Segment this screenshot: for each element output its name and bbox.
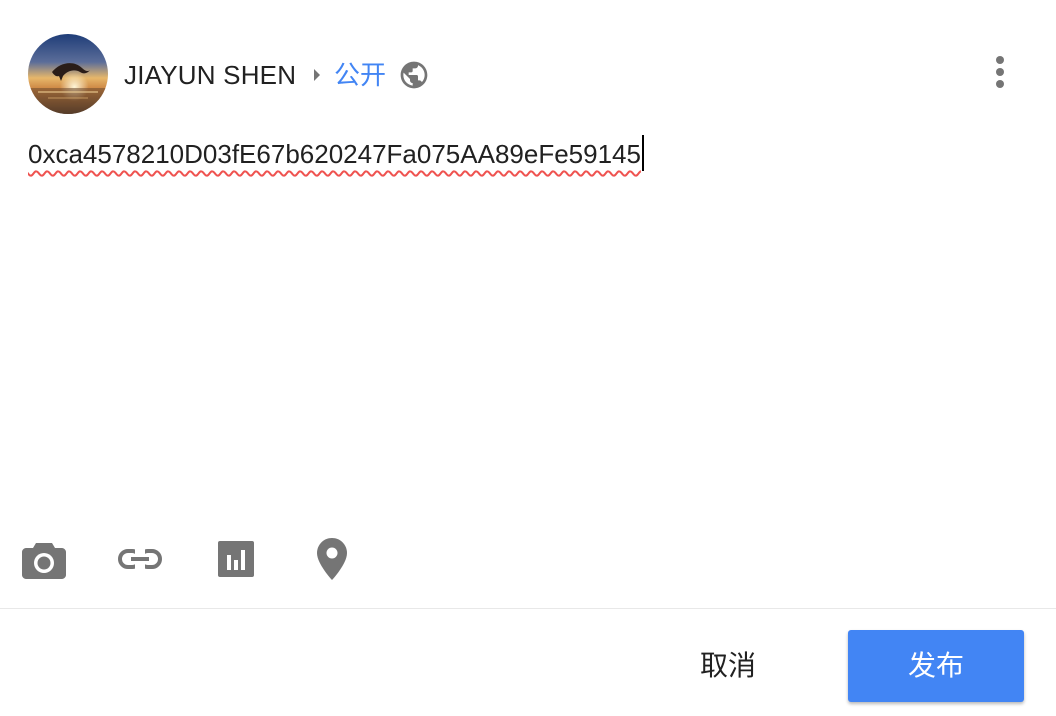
add-poll-button[interactable] <box>212 530 260 588</box>
text-caret <box>641 135 644 171</box>
author-name: JIAYUN SHEN <box>124 60 297 90</box>
link-icon <box>118 549 162 569</box>
camera-icon <box>22 543 66 579</box>
visibility-label: 公开 <box>334 60 387 90</box>
more-vert-icon[interactable] <box>982 52 1018 92</box>
compose-textarea[interactable]: 0xca4578210D03fE67b620247Fa075AA89eFe591… <box>28 132 1028 512</box>
cancel-button[interactable]: 取消 <box>678 636 778 696</box>
arrow-right-icon <box>314 69 320 81</box>
add-photo-button[interactable] <box>20 530 68 588</box>
globe-icon <box>400 61 428 89</box>
avatar[interactable] <box>28 34 108 114</box>
publish-button[interactable]: 发布 <box>848 630 1024 702</box>
poll-chart-icon <box>218 541 254 577</box>
location-pin-icon <box>317 538 347 580</box>
post-compose-dialog: JIAYUN SHEN 公开 0xca4578210D03fE67b620247… <box>0 0 1056 716</box>
add-location-button[interactable] <box>308 530 356 588</box>
attachment-toolbar <box>0 530 1056 590</box>
post-header: JIAYUN SHEN 公开 <box>0 0 1056 120</box>
add-link-button[interactable] <box>116 530 164 588</box>
visibility-selector[interactable]: 公开 <box>334 56 430 94</box>
footer-divider <box>0 608 1056 609</box>
compose-text: 0xca4578210D03fE67b620247Fa075AA89eFe591… <box>28 139 641 169</box>
